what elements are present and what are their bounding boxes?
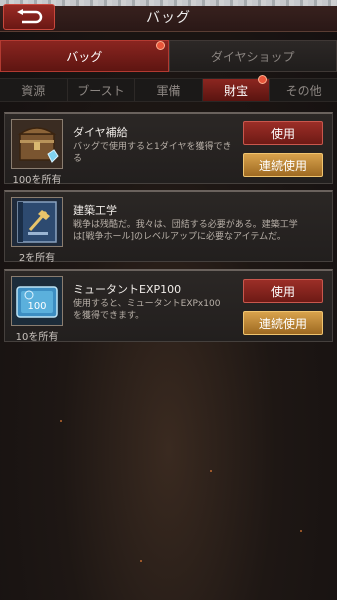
item-name: ダイヤ補給 <box>73 126 128 139</box>
main-tab-bar: バッグ ダイヤショップ <box>0 40 337 72</box>
tab-label: 資源 <box>21 83 46 98</box>
use-multiple-button[interactable]: 連続使用 <box>243 153 323 177</box>
owned-count: 100を所有 <box>12 175 62 186</box>
item-name: ミュータントEXP100 <box>73 283 182 296</box>
tab-label: 財宝 <box>224 83 249 98</box>
use-button[interactable]: 使用 <box>243 279 323 303</box>
header-bar: バッグ <box>0 0 337 32</box>
category-tab-bar: 資源 ブースト 軍備 財宝 その他 <box>0 75 337 102</box>
list-item: 100を所有 ダイヤ補給 バッグで使用すると1ダイヤを獲得でき る 使用 連続使… <box>4 112 333 186</box>
tab-label: その他 <box>285 83 322 98</box>
notification-dot-icon <box>258 75 268 84</box>
description-line: 使用すると、ミュータントEXPx100 <box>73 299 221 309</box>
description-line: バッグで使用すると1ダイヤを獲得でき <box>73 142 232 152</box>
treasure-chest-icon <box>11 119 63 169</box>
tab-boost[interactable]: ブースト <box>68 79 136 101</box>
use-multiple-button[interactable]: 連続使用 <box>243 311 323 335</box>
tab-label: バッグ <box>66 49 103 64</box>
description-line: る <box>73 154 83 164</box>
ember <box>60 420 62 422</box>
item-description: バッグで使用すると1ダイヤを獲得でき る <box>73 141 231 165</box>
blueprint-book-icon <box>11 197 63 247</box>
exp-card-value: 100 <box>27 301 46 312</box>
tab-label: ブースト <box>77 83 125 98</box>
page-title: バッグ <box>146 10 191 26</box>
tab-armament[interactable]: 軍備 <box>135 79 203 101</box>
ember <box>210 470 212 472</box>
tab-treasure[interactable]: 財宝 <box>202 75 271 101</box>
item-description: 使用すると、ミュータントEXPx100 を獲得できます。 <box>73 298 220 322</box>
owned-count: 2を所有 <box>18 253 56 264</box>
use-button[interactable]: 使用 <box>243 121 323 145</box>
tab-label: 軍備 <box>156 83 181 98</box>
owned-count: 10を所有 <box>15 332 59 343</box>
exp-card-icon: 100 <box>11 276 63 326</box>
ember <box>300 530 302 532</box>
ember <box>140 560 142 562</box>
description-line: 戦争は残酷だ。我々は、団結する必要がある。建築工学 <box>73 220 298 230</box>
tab-label: ダイヤショップ <box>210 49 295 64</box>
tab-other[interactable]: その他 <box>270 79 337 101</box>
list-item: 2を所有 建築工学 戦争は残酷だ。我々は、団結する必要がある。建築工学 は[戦争… <box>4 190 333 264</box>
tab-resources[interactable]: 資源 <box>0 79 68 101</box>
notification-dot-icon <box>155 41 165 50</box>
tab-bag[interactable]: バッグ <box>0 40 169 72</box>
description-line: を獲得できます。 <box>73 311 145 321</box>
tab-diamond-shop[interactable]: ダイヤショップ <box>168 40 337 72</box>
list-item: 100 10を所有 ミュータントEXP100 使用すると、ミュータントEXPx1… <box>4 269 333 343</box>
item-description: 戦争は残酷だ。我々は、団結する必要がある。建築工学 は[戦争ホール]のレベルアッ… <box>73 219 298 243</box>
description-line: は[戦争ホール]のレベルアップに必要なアイテムだ。 <box>73 232 286 242</box>
item-name: 建築工学 <box>73 204 117 217</box>
